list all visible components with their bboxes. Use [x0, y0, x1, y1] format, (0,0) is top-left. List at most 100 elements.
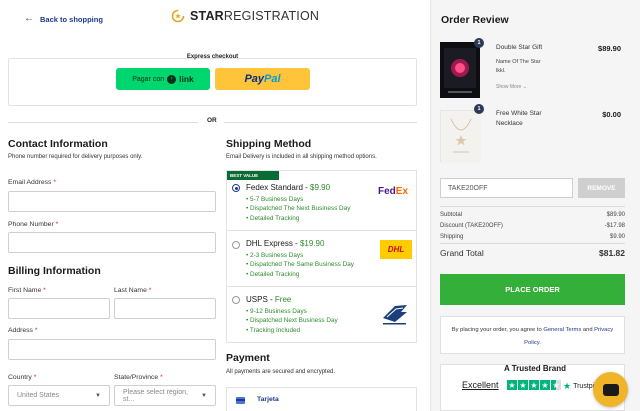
remove-coupon-button[interactable]: REMOVE [578, 178, 625, 198]
usps-details: 9-12 Business Days Dispatched Next Busin… [246, 307, 338, 335]
item-option-value: lkkl. [496, 68, 506, 74]
usps-radio[interactable] [232, 296, 240, 304]
item-price: $89.90 [598, 44, 621, 53]
terms-notice: By placing your order, you agree to Gene… [440, 316, 625, 354]
item-price: $0.00 [602, 110, 621, 119]
contact-title: Contact Information [8, 138, 108, 150]
necklace-image [440, 110, 481, 163]
credit-card-icon [236, 397, 245, 404]
detail-item: 5-7 Business Days [246, 195, 350, 204]
trustpilot-logo: ★ Trustpi [563, 381, 595, 391]
item-option-label: Name Of The Star [496, 59, 541, 65]
paypal-button[interactable]: PayPal [215, 68, 310, 90]
caret-down-icon: ▼ [95, 392, 101, 399]
link-word: link [179, 74, 194, 84]
state-label: State/Province * [114, 374, 163, 381]
detail-item: Dispatched The Next Business Day [246, 204, 350, 213]
divider [440, 243, 625, 244]
star-icon: ★ [540, 380, 550, 390]
country-value: United States [17, 392, 60, 399]
dhl-details: 2-3 Business Days Dispatched The Same Bu… [246, 251, 354, 279]
best-value-badge: BEST VALUE [227, 171, 279, 180]
express-checkout-box [8, 58, 417, 106]
state-placeholder: Please select region, st... [123, 388, 188, 403]
logo-text: STARREGISTRATION [190, 9, 320, 23]
dhl-logo: DHL [380, 240, 412, 259]
item-name: Double Star Gift [496, 44, 543, 51]
discount-row: Discount (TAKE20OFF) -$17.98 [440, 223, 625, 229]
or-text: OR [207, 117, 217, 124]
shipping-title: Shipping Method [226, 138, 312, 150]
star-icon: ★ [507, 380, 517, 390]
star-icon: ★ [529, 380, 539, 390]
last-name-label: Last Name * [114, 287, 152, 294]
order-review-title: Order Review [441, 14, 509, 26]
usps-eagle-logo-icon [381, 302, 408, 326]
detail-item: Dispatched Next Business Day [246, 316, 338, 325]
star-icon: ★ [518, 380, 528, 390]
state-select[interactable]: Please select region, st... ▼ [114, 385, 216, 406]
show-more-toggle[interactable]: Show More ⌄ [496, 84, 527, 90]
subtotal-row: Subtotal $89.90 [440, 212, 625, 218]
coupon-input[interactable]: TAKE20OFF [440, 178, 573, 198]
payment-method-tarjeta[interactable] [226, 387, 417, 411]
paypal-logo: PayPal [244, 73, 281, 85]
detail-item: Dispatched The Same Business Day [246, 260, 354, 269]
shipping-note: Email Delivery is included in all shippi… [226, 154, 377, 160]
detail-item: Detailed Tracking [246, 270, 354, 279]
email-label: Email Address * [8, 179, 56, 186]
caret-down-icon: ▼ [201, 392, 207, 399]
payment-note: All payments are secured and encrypted. [226, 369, 336, 375]
moon-star-logo-icon [171, 9, 185, 23]
first-name-label: First Name * [8, 287, 46, 294]
payment-method-label: Tarjeta [257, 396, 279, 403]
grand-total-row: Grand Total $81.82 [440, 248, 625, 258]
payment-title: Payment [226, 352, 270, 364]
or-divider: OR [8, 117, 417, 127]
fedex-details: 5-7 Business Days Dispatched The Next Bu… [246, 195, 350, 223]
arrow-left-icon: ← [24, 13, 34, 24]
express-checkout-title: Express checkout [186, 54, 239, 60]
chevron-down-icon: ⌄ [522, 84, 527, 90]
double-star-gift-image [440, 42, 480, 98]
usps-option-name: USPS - Free [246, 295, 292, 304]
fedex-radio[interactable] [232, 184, 240, 192]
logo: STARREGISTRATION [171, 9, 319, 23]
link-arrow-icon: › [167, 74, 177, 84]
back-to-shopping-link[interactable]: ← Back to shopping [24, 14, 103, 24]
chat-bubble-icon [602, 383, 619, 396]
billing-title: Billing Information [8, 265, 101, 277]
place-order-button[interactable]: PLACE ORDER [440, 274, 625, 305]
email-field[interactable] [8, 191, 216, 212]
first-name-field[interactable] [8, 298, 110, 319]
detail-item: 2-3 Business Days [246, 251, 354, 260]
general-terms-link[interactable]: General Terms [543, 327, 581, 333]
pay-with-link-button[interactable]: Pagar con › link [116, 68, 210, 90]
item-quantity-badge: 1 [474, 104, 484, 114]
country-select[interactable]: United States ▼ [8, 385, 110, 406]
trustpilot-star-icon: ★ [563, 381, 572, 391]
link-prefix: Pagar con [132, 75, 165, 83]
shipping-row: Shipping $9.90 [440, 234, 625, 240]
phone-field[interactable] [8, 232, 216, 253]
contact-note: Phone number required for delivery purpo… [8, 154, 143, 160]
divider [440, 206, 625, 207]
address-label: Address * [8, 327, 38, 334]
detail-item: Tracking Included [246, 326, 338, 335]
item-name-line2: Necklace [496, 120, 523, 127]
divider-line [8, 122, 198, 123]
dhl-radio[interactable] [232, 241, 240, 249]
back-label: Back to shopping [40, 14, 103, 24]
detail-item: Detailed Tracking [246, 214, 350, 223]
checkout-form-panel: ← Back to shopping STARREGISTRATION Expr… [0, 0, 430, 411]
half-star-icon: ★ [551, 380, 561, 390]
address-field[interactable] [8, 339, 216, 360]
trustpilot-rating-text[interactable]: Excellent [462, 380, 499, 390]
fedex-option-name: Fedex Standard - $9.90 [246, 183, 331, 192]
trustpilot-stars: ★ ★ ★ ★ ★ [507, 380, 561, 390]
phone-label: Phone Number * [8, 221, 59, 228]
item-name: Free White Star [496, 110, 542, 117]
last-name-field[interactable] [114, 298, 216, 319]
dhl-option-name: DHL Express - $19.90 [246, 239, 325, 248]
chat-button[interactable] [593, 372, 628, 407]
